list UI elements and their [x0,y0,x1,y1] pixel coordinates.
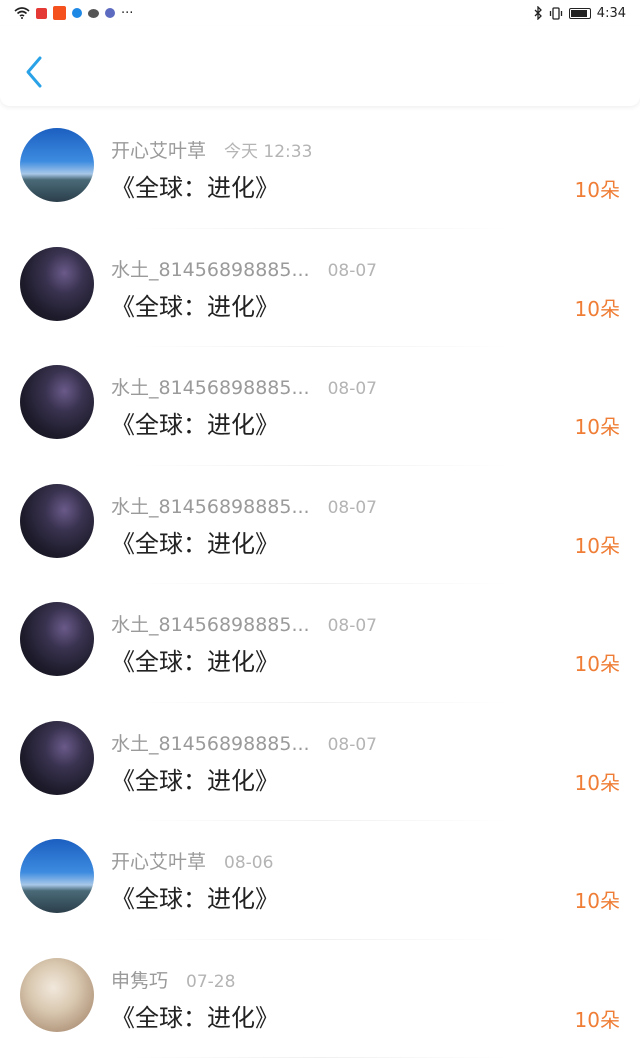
row-meta: 水土_81456898885... 08-07 [111,729,377,756]
avatar[interactable] [20,247,94,321]
list-item[interactable]: 水土_81456898885... 08-07 《全球：进化》 10朵 [0,229,640,348]
flower-count: 10朵 [575,411,620,440]
row-meta: 水土_81456898885... 08-07 [111,610,377,637]
book-title[interactable]: 《全球：进化》 [111,642,279,677]
book-title[interactable]: 《全球：进化》 [111,761,279,796]
row-meta: 开心艾叶草今天 12:33 [111,136,312,163]
avatar[interactable] [20,484,94,558]
book-title[interactable]: 《全球：进化》 [111,998,279,1033]
status-bar: ··· 4:34 [0,0,640,26]
bluetooth-icon [533,6,543,20]
wechat-icon [88,9,99,18]
user-name[interactable]: 申隽巧 [111,966,168,993]
row-meta: 水土_81456898885... 08-07 [111,492,377,519]
user-name[interactable]: 水土_81456898885... [111,373,310,400]
flower-count: 10朵 [575,174,620,203]
battery-icon [569,8,591,19]
back-button[interactable] [22,54,48,90]
timestamp: 08-06 [224,853,273,873]
timestamp: 07-28 [186,972,235,992]
user-name[interactable]: 水土_81456898885... [111,492,310,519]
list-item[interactable]: 水土_81456898885... 08-07 《全球：进化》 10朵 [0,703,640,822]
avatar[interactable] [20,958,94,1032]
book-title[interactable]: 《全球：进化》 [111,524,279,559]
gift-record-list: 开心艾叶草今天 12:33《全球：进化》10朵水土_81456898885...… [0,110,640,1058]
flower-count: 10朵 [575,885,620,914]
status-bar-left: ··· [14,6,133,21]
notification-app-icon [36,8,47,19]
book-title[interactable]: 《全球：进化》 [111,168,279,203]
list-item[interactable]: 开心艾叶草 08-06 《全球：进化》 10朵 [0,821,640,940]
timestamp: 08-07 [328,616,377,636]
avatar[interactable] [20,365,94,439]
avatar[interactable] [20,602,94,676]
row-meta: 开心艾叶草 08-06 [111,847,273,874]
flower-count: 10朵 [575,648,620,677]
timestamp: 08-07 [328,261,377,281]
more-notifications: ··· [121,6,133,21]
timestamp: 08-07 [328,379,377,399]
avatar[interactable] [20,721,94,795]
list-item[interactable]: 水土_81456898885... 08-07 《全球：进化》 10朵 [0,347,640,466]
status-bar-right: 4:34 [533,6,626,21]
notification-app-icon [72,8,82,18]
list-item[interactable]: 申隽巧 07-28 《全球：进化》 10朵 [0,940,640,1058]
timestamp: 08-07 [328,498,377,518]
list-item[interactable]: 开心艾叶草今天 12:33 《全球：进化》 10朵 [0,110,640,229]
chevron-left-icon [22,54,48,90]
top-bar [0,26,640,106]
user-name[interactable]: 开心艾叶草 [111,136,206,163]
user-name[interactable]: 开心艾叶草 [111,847,206,874]
vibrate-icon [549,7,563,20]
user-name[interactable]: 水土_81456898885... [111,255,310,282]
flower-count: 10朵 [575,767,620,796]
book-title[interactable]: 《全球：进化》 [111,879,279,914]
avatar[interactable] [20,839,94,913]
avatar[interactable] [20,128,94,202]
row-meta: 水土_81456898885... 08-07 [111,255,377,282]
list-item[interactable]: 水土_81456898885... 08-07 《全球：进化》 10朵 [0,584,640,703]
user-name[interactable]: 水土_81456898885... [111,729,310,756]
list-item[interactable]: 水土_81456898885... 08-07 《全球：进化》 10朵 [0,466,640,585]
notification-app-icon [53,6,66,20]
row-meta: 申隽巧 07-28 [111,966,235,993]
timestamp: 今天 12:33 [224,137,312,162]
notification-app-icon [105,8,115,18]
clock: 4:34 [597,6,626,21]
row-meta: 水土_81456898885... 08-07 [111,373,377,400]
book-title[interactable]: 《全球：进化》 [111,405,279,440]
flower-count: 10朵 [575,530,620,559]
timestamp: 08-07 [328,735,377,755]
wifi-icon [14,7,30,19]
flower-count: 10朵 [575,293,620,322]
user-name[interactable]: 水土_81456898885... [111,610,310,637]
flower-count: 10朵 [575,1004,620,1033]
book-title[interactable]: 《全球：进化》 [111,287,279,322]
